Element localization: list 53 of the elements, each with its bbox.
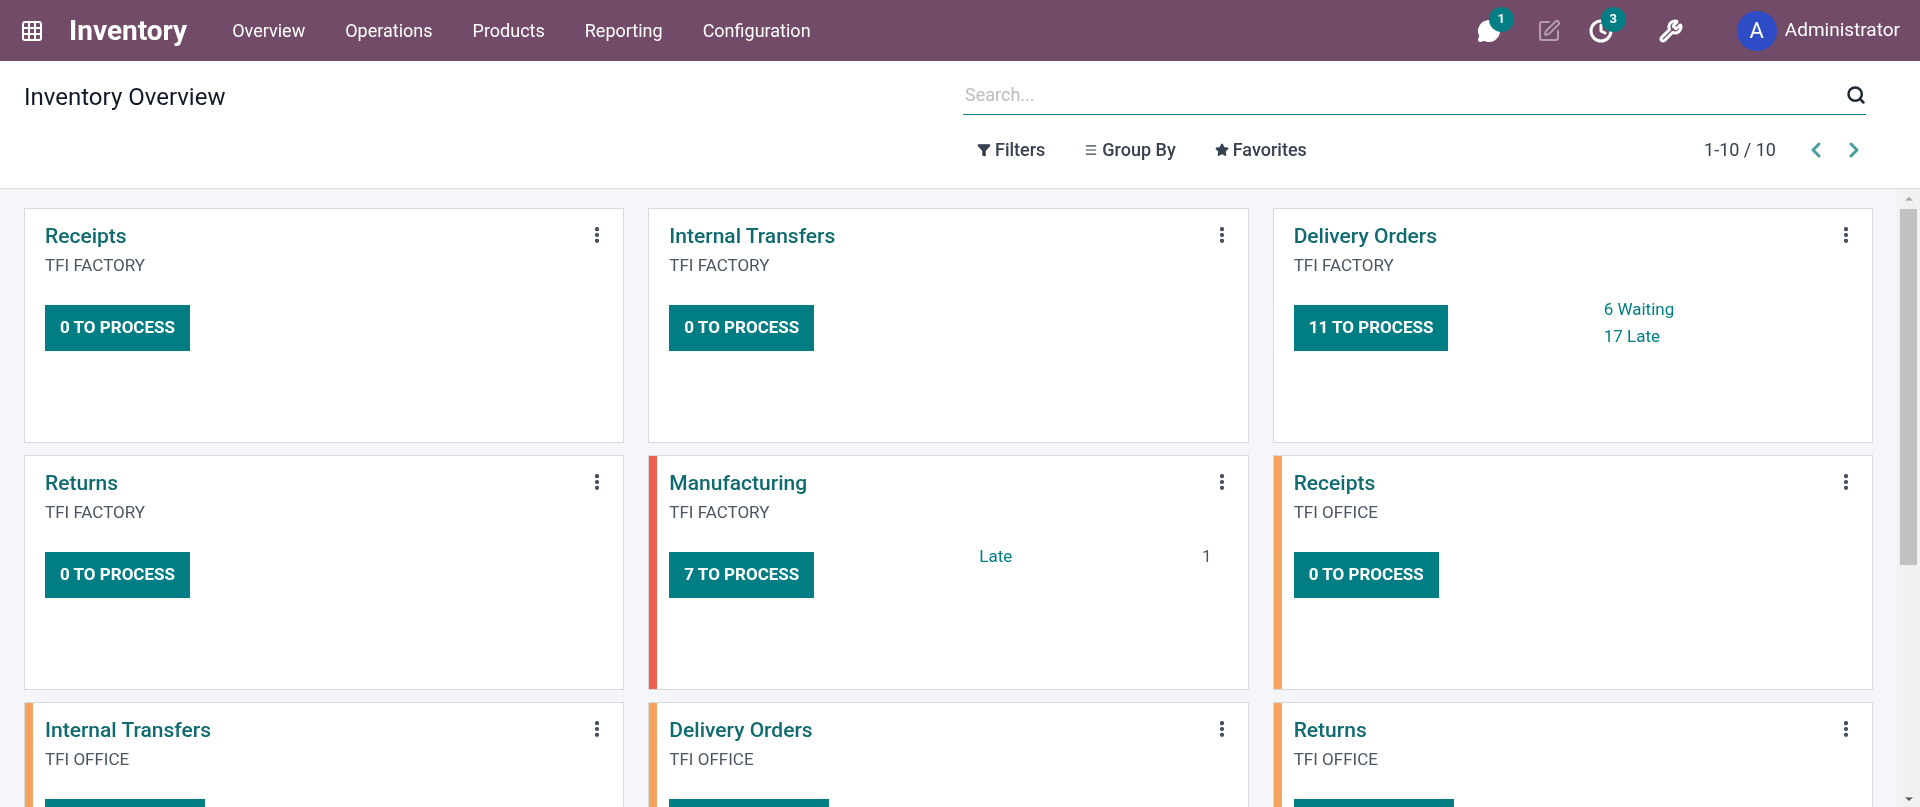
filter-icon <box>977 142 991 157</box>
search-option-button[interactable]: Favorites <box>1214 136 1307 163</box>
card-title[interactable]: Returns <box>1293 717 1367 744</box>
list-icon <box>1084 142 1099 157</box>
card-title[interactable]: Internal Transfers <box>669 223 836 250</box>
count-badge: 3 <box>1600 6 1626 32</box>
scrollbar-thumb[interactable] <box>1900 209 1917 565</box>
nav-menu-item[interactable]: Reporting <box>564 17 683 44</box>
search-icon[interactable] <box>1846 84 1866 105</box>
nav-menu-item[interactable]: Products <box>452 17 565 44</box>
card-title[interactable]: Internal Transfers <box>45 717 211 744</box>
warehouse-name: TFI FACTORY <box>669 254 770 278</box>
warehouse-name: TFI FACTORY <box>45 501 146 525</box>
warehouse-name: TFI FACTORY <box>1293 254 1394 278</box>
star-icon <box>1214 142 1229 157</box>
warehouse-name: TFI FACTORY <box>669 501 770 525</box>
nav-menu-item[interactable]: Overview <box>212 17 326 44</box>
card-title[interactable]: Delivery Orders <box>669 717 813 744</box>
warehouse-name: TFI OFFICE <box>1293 748 1378 772</box>
app-name[interactable]: Inventory <box>69 9 188 52</box>
stat-link[interactable]: 17 Late <box>1603 324 1660 350</box>
process-button[interactable]: 7 TO PROCESS <box>669 551 815 598</box>
warehouse-name: TFI FACTORY <box>45 254 146 278</box>
nav-menu-item[interactable]: Configuration <box>682 17 831 44</box>
card-title[interactable]: Receipts <box>45 223 127 250</box>
apps-menu-icon[interactable] <box>20 18 44 43</box>
warehouse-name: TFI OFFICE <box>1293 501 1378 525</box>
stat-link[interactable]: 6 Waiting <box>1603 296 1675 323</box>
card-title[interactable]: Delivery Orders <box>1293 223 1437 250</box>
process-button[interactable]: 0 TO PROCESS <box>1293 551 1439 598</box>
page-title: Inventory Overview <box>24 82 226 113</box>
card-title[interactable]: Returns <box>45 470 119 497</box>
pager-value[interactable]: 1-10 / 10 <box>1704 136 1776 163</box>
scrollbar[interactable] <box>1897 189 1920 807</box>
warehouse-name: TFI OFFICE <box>45 748 130 772</box>
nav-menu-item[interactable]: Operations <box>325 17 453 44</box>
stat-link[interactable]: Late <box>979 543 1013 570</box>
stat-count: 1 <box>1202 544 1212 568</box>
process-button[interactable]: 0 TO PROCESS <box>45 551 190 598</box>
tools-icon[interactable] <box>1658 18 1683 43</box>
process-button[interactable]: 11 TO PROCESS <box>1293 304 1449 351</box>
edit-icon[interactable] <box>1536 18 1561 43</box>
card-title[interactable]: Manufacturing <box>669 470 808 497</box>
search-option-button[interactable]: Filters <box>977 136 1046 163</box>
process-button[interactable]: 0 TO PROCESS <box>669 304 815 351</box>
search-field[interactable]: Search... <box>965 75 1846 114</box>
card-title[interactable]: Receipts <box>1293 470 1376 497</box>
process-button[interactable]: 0 TO PROCESS <box>45 304 190 351</box>
user-avatar[interactable]: A <box>1736 10 1777 51</box>
user-name[interactable]: Administrator <box>1784 16 1900 45</box>
warehouse-name: TFI OFFICE <box>669 748 754 772</box>
count-badge: 1 <box>1488 6 1514 32</box>
search-option-button[interactable]: Group By <box>1084 136 1176 163</box>
